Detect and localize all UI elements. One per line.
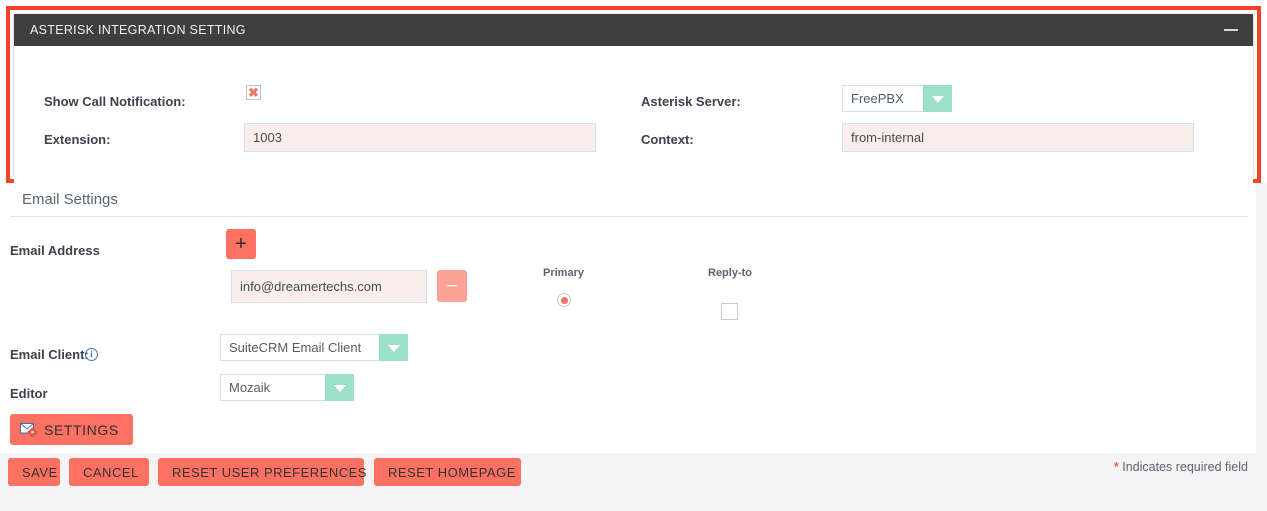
email-client-value: SuiteCRM Email Client	[220, 334, 379, 361]
minus-icon[interactable]	[1223, 22, 1239, 38]
show-call-notification-label: Show Call Notification:	[44, 94, 186, 109]
email-client-label: Email Client:	[10, 347, 89, 362]
asterisk-integration-highlight: ASTERISK INTEGRATION SETTING Show Call N…	[6, 6, 1261, 183]
required-star: *	[1113, 460, 1119, 474]
asterisk-integration-panel: ASTERISK INTEGRATION SETTING Show Call N…	[14, 14, 1253, 183]
asterisk-server-value: FreePBX	[842, 85, 923, 112]
chevron-down-icon[interactable]	[325, 374, 354, 401]
cancel-button[interactable]: CANCEL	[69, 458, 149, 486]
required-note-text: Indicates required field	[1122, 460, 1248, 474]
required-field-note: * Indicates required field	[1114, 460, 1248, 474]
email-settings-section: Email Settings Email Address + − Primary…	[0, 183, 1267, 453]
chevron-down-icon[interactable]	[379, 334, 408, 361]
right-gutter	[1256, 183, 1267, 453]
email-settings-button[interactable]: SETTINGS	[10, 414, 133, 445]
remove-email-address-button[interactable]: −	[437, 270, 467, 302]
asterisk-panel-body: Show Call Notification: ✖ Extension: Ast…	[14, 46, 1253, 183]
editor-dropdown[interactable]: Mozaik	[220, 374, 354, 401]
reply-to-column-header: Reply-to	[708, 267, 752, 279]
reset-user-preferences-button[interactable]: RESET USER PREFERENCES	[158, 458, 366, 486]
primary-radio[interactable]	[557, 293, 571, 307]
context-input[interactable]	[842, 123, 1194, 152]
chevron-down-icon[interactable]	[923, 85, 952, 112]
primary-column-header: Primary	[543, 267, 584, 279]
section-divider	[10, 216, 1248, 217]
form-action-bar: SAVE CANCEL RESET USER PREFERENCES RESET…	[0, 453, 1267, 511]
settings-button-label: SETTINGS	[44, 421, 119, 438]
asterisk-panel-title: ASTERISK INTEGRATION SETTING	[30, 23, 246, 37]
editor-value: Mozaik	[220, 374, 325, 401]
extension-label: Extension:	[44, 132, 111, 147]
editor-label: Editor	[10, 386, 48, 401]
add-email-address-button[interactable]: +	[226, 229, 256, 259]
info-icon[interactable]: i	[85, 348, 98, 361]
email-address-label: Email Address	[10, 243, 100, 258]
save-button[interactable]: SAVE	[8, 458, 60, 486]
email-client-dropdown[interactable]: SuiteCRM Email Client	[220, 334, 408, 361]
extension-input[interactable]	[244, 123, 596, 152]
reply-to-checkbox[interactable]	[721, 303, 738, 320]
context-label: Context:	[641, 132, 694, 147]
asterisk-panel-header: ASTERISK INTEGRATION SETTING	[14, 14, 1253, 46]
email-settings-title: Email Settings	[22, 191, 118, 208]
reset-homepage-button[interactable]: RESET HOMEPAGE	[374, 458, 521, 486]
email-address-input[interactable]	[231, 270, 427, 303]
envelope-gear-icon	[20, 422, 37, 437]
show-call-notification-checkbox[interactable]: ✖	[246, 85, 261, 100]
asterisk-server-label: Asterisk Server:	[641, 94, 741, 109]
asterisk-server-dropdown[interactable]: FreePBX	[842, 85, 952, 112]
